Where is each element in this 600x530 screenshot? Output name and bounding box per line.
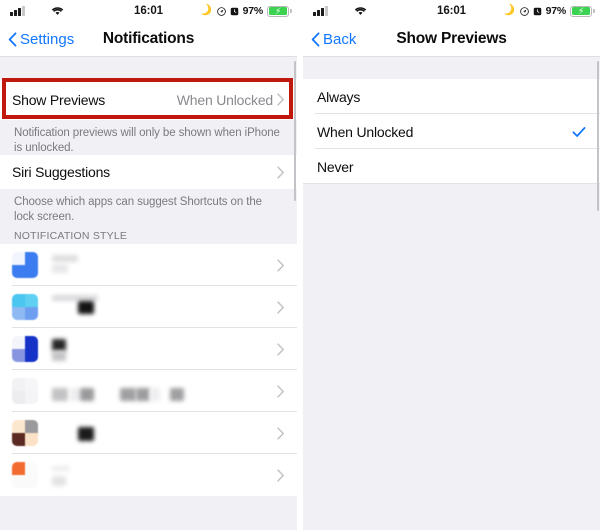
app-notification-list bbox=[0, 244, 297, 496]
app-icon-pixelated bbox=[12, 420, 38, 446]
app-name-pixelated bbox=[52, 462, 277, 488]
nav-bar-right: Back Show Previews bbox=[303, 22, 600, 56]
vertical-scrollbar[interactable] bbox=[293, 61, 296, 201]
app-icon-pixelated bbox=[12, 378, 38, 404]
chevron-right-icon bbox=[277, 300, 284, 314]
chevron-right-icon bbox=[277, 426, 284, 440]
row-show-previews-label: Show Previews bbox=[12, 91, 106, 108]
app-name-pixelated bbox=[52, 336, 277, 362]
right-phone-screen: 16:01 🌙 97% ⚡ Back Show Previews Always … bbox=[303, 0, 600, 530]
option-row-never[interactable]: Never bbox=[303, 149, 600, 184]
left-phone-screen: 16:01 🌙 97% ⚡ Settings Notifications Sho… bbox=[0, 0, 297, 530]
app-row-blurred-3[interactable] bbox=[0, 328, 297, 370]
app-row-blurred-6[interactable] bbox=[0, 454, 297, 496]
chevron-right-icon bbox=[277, 258, 284, 272]
app-row-blurred-2[interactable] bbox=[0, 286, 297, 328]
battery-charging-icon: ⚡ bbox=[570, 5, 595, 17]
option-row-when-unlocked[interactable]: When Unlocked bbox=[303, 114, 600, 149]
app-name-pixelated bbox=[52, 378, 277, 404]
battery-charging-icon: ⚡ bbox=[267, 5, 292, 17]
do-not-disturb-moon-icon: 🌙 bbox=[501, 3, 517, 18]
dual-phone-screenshot: 16:01 🌙 97% ⚡ Settings Notifications Sho… bbox=[0, 0, 600, 530]
checkmark-placeholder bbox=[572, 160, 586, 174]
app-name-pixelated bbox=[52, 420, 277, 446]
nav-bar-left: Settings Notifications bbox=[0, 22, 297, 56]
checkmark-placeholder bbox=[572, 90, 586, 104]
chevron-right-icon bbox=[277, 93, 284, 106]
vertical-scrollbar[interactable] bbox=[596, 61, 599, 211]
show-previews-options-list: Always When Unlocked Never bbox=[303, 79, 600, 184]
page-title-notifications: Notifications bbox=[102, 30, 195, 47]
row-divider bbox=[303, 183, 600, 184]
status-bar-right: 16:01 🌙 97% ⚡ bbox=[303, 0, 600, 22]
footnote-show-previews: Notification previews will only be shown… bbox=[0, 120, 297, 155]
row-show-previews-value: When Unlocked bbox=[176, 91, 273, 108]
app-row-blurred-1[interactable] bbox=[0, 244, 297, 286]
row-siri-suggestions-label: Siri Suggestions bbox=[12, 164, 110, 180]
row-siri-suggestions[interactable]: Siri Suggestions bbox=[0, 155, 297, 189]
option-label: Never bbox=[317, 158, 354, 175]
location-arrow-icon bbox=[216, 6, 226, 16]
status-bar-right-right-icons: 🌙 97% ⚡ bbox=[501, 3, 595, 18]
option-row-always[interactable]: Always bbox=[303, 79, 600, 114]
group-header-notification-style: NOTIFICATION STYLE bbox=[0, 224, 297, 244]
alarm-clock-icon bbox=[533, 7, 541, 15]
do-not-disturb-moon-icon: 🌙 bbox=[198, 3, 214, 18]
status-bar-left: 16:01 🌙 97% ⚡ bbox=[0, 0, 297, 22]
chevron-right-icon bbox=[277, 165, 284, 179]
footnote-siri-suggestions: Choose which apps can suggest Shortcuts … bbox=[0, 189, 297, 224]
option-label: Always bbox=[317, 88, 361, 105]
app-icon-pixelated bbox=[12, 336, 38, 362]
app-row-blurred-4[interactable] bbox=[0, 370, 297, 412]
app-icon-pixelated bbox=[12, 462, 38, 488]
row-show-previews[interactable]: Show Previews When Unlocked bbox=[0, 79, 297, 120]
chevron-right-icon bbox=[277, 342, 284, 356]
battery-percent-label: 97% bbox=[242, 5, 264, 17]
alarm-clock-icon bbox=[230, 7, 238, 15]
app-icon-pixelated bbox=[12, 294, 38, 320]
checkmark-icon bbox=[572, 126, 586, 137]
option-label: When Unlocked bbox=[317, 123, 414, 140]
right-content-scroll[interactable]: Always When Unlocked Never bbox=[303, 57, 600, 530]
battery-percent-label: 97% bbox=[545, 5, 567, 17]
chevron-right-icon bbox=[277, 384, 284, 398]
app-name-pixelated bbox=[52, 294, 277, 320]
location-arrow-icon bbox=[519, 6, 529, 16]
left-content-scroll[interactable]: Show Previews When Unlocked Notification… bbox=[0, 57, 297, 530]
status-bar-right-icons: 🌙 97% ⚡ bbox=[198, 3, 292, 18]
app-icon-pixelated bbox=[12, 252, 38, 278]
top-spacer bbox=[0, 57, 297, 79]
app-row-blurred-5[interactable] bbox=[0, 412, 297, 454]
top-spacer bbox=[303, 57, 600, 79]
chevron-right-icon bbox=[277, 468, 284, 482]
page-title-show-previews: Show Previews bbox=[396, 30, 507, 47]
app-name-pixelated bbox=[52, 252, 277, 278]
